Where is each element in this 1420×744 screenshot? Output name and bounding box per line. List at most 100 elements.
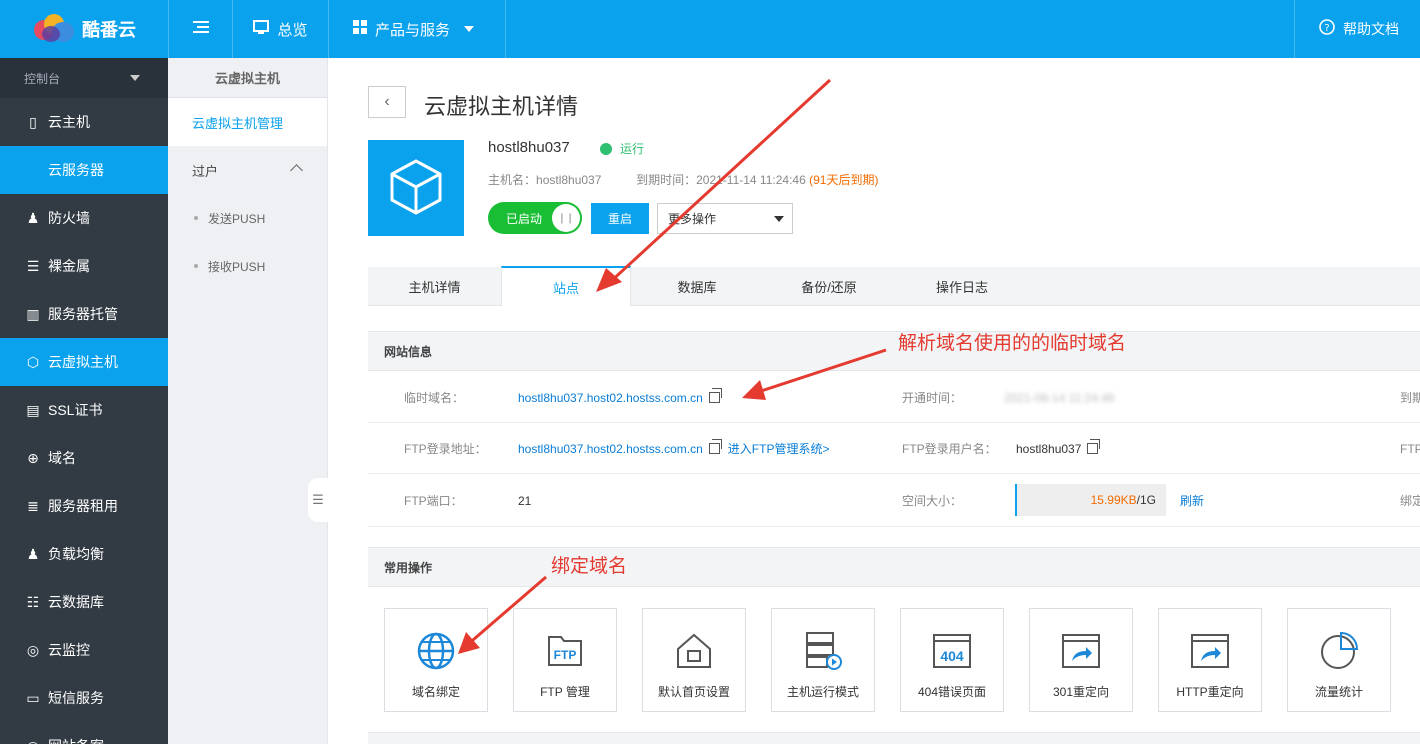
sidebar-item-label: 云虚拟主机 [48,354,118,370]
sidebar-item-loadbalance[interactable]: ♟ 负载均衡 [0,530,168,578]
collapse-sidebar-button[interactable]: ☰ [308,478,328,522]
info-row-ftp-port: FTP端口： 21 空间大小： 15.99KB/1G 刷新 绑定 [368,474,1420,527]
sidebar-item-hosting[interactable]: ▥ 服务器托管 [0,290,168,338]
ftp-user-value: hostl8hu037 [1016,441,1082,456]
tab-database[interactable]: 数据库 [631,267,763,306]
sub-item-label: 发送PUSH [208,211,266,226]
sidebar-item-label: 裸金属 [48,258,90,274]
grid-icon [353,20,367,38]
op-traffic-stats[interactable]: 流量统计 [1287,608,1391,712]
server-play-icon [772,631,874,671]
logo-icon [34,14,78,44]
svg-text:404: 404 [940,648,964,664]
op-domain-binding[interactable]: 域名绑定 [384,608,488,712]
sidebar-item-record[interactable]: ◉ 网站备案 [0,722,168,744]
tab-operation-log[interactable]: 操作日志 [895,267,1029,306]
rental-icon: ≣ [27,497,39,514]
power-toggle[interactable]: 已启动 ❙❙ [488,202,582,234]
sidebar-item-rental[interactable]: ≣ 服务器租用 [0,482,168,530]
op-label: 默认首页设置 [657,685,730,699]
back-button[interactable]: ‹ [368,86,406,118]
ftp-address-link[interactable]: hostl8hu037.host02.hostss.com.cn [518,442,703,456]
pause-icon: ❙❙ [552,204,580,232]
sidebar-item-database[interactable]: ☷ 云数据库 [0,578,168,626]
ftp-folder-icon: FTP [514,631,616,671]
sidebar-item-cloud-host[interactable]: ▯ 云主机 [0,98,168,146]
console-header[interactable]: 控制台 [0,58,168,98]
tab-site[interactable]: 站点 [501,266,631,306]
cube-icon [388,157,444,220]
hostname-value: hostl8hu037 [536,173,602,187]
sidebar-item-cloud-server[interactable]: 云服务器 [0,146,168,194]
menu-toggle-button[interactable] [168,0,232,58]
op-label: 域名绑定 [411,685,460,699]
op-label: 流量统计 [1314,685,1363,699]
sub-item-receive-push[interactable]: 接收PUSH [168,242,327,290]
op-label: 404错误页面 [917,685,987,699]
svg-text:FTP: FTP [554,648,577,662]
op-404-page[interactable]: 404 404错误页面 [900,608,1004,712]
temp-domain-group: hostl8hu037.host02.hostss.com.cn [518,372,722,423]
menu-icon: ☰ [312,492,324,507]
host-name: hostl8hu037 [488,139,570,156]
overview-nav[interactable]: 总览 [232,0,328,58]
sidebar-item-baremetal[interactable]: ☰ 裸金属 [0,242,168,290]
host-image [368,140,464,236]
console-label: 控制台 [24,71,61,86]
overview-label: 总览 [277,21,308,39]
brand-name: 酷番云 [82,20,136,40]
op-http-redirect[interactable]: HTTP重定向 [1158,608,1262,712]
sidebar-item-label: 服务器租用 [48,498,118,514]
op-default-home[interactable]: 默认首页设置 [642,608,746,712]
more-operations-select[interactable]: 更多操作 [657,203,793,234]
menu-icon [192,20,209,38]
enter-ftp-link[interactable]: 进入FTP管理系统> [728,440,830,457]
sub-group-transfer[interactable]: 过户 [168,146,327,194]
expire-label-partial: 到期 [1400,391,1420,405]
hosting-icon: ▥ [26,305,40,322]
tab-host-details[interactable]: 主机详情 [368,267,501,306]
sidebar-item-monitor[interactable]: ◎ 云监控 [0,626,168,674]
sub-item-send-push[interactable]: 发送PUSH [168,194,327,242]
bullet-icon [194,264,198,268]
more-operations-label: 更多操作 [668,212,717,226]
sidebar-item-label: 云主机 [48,114,90,130]
space-label: 空间大小： [902,494,963,508]
chevron-down-icon [774,216,784,222]
baremetal-icon: ☰ [26,257,40,274]
chevron-left-icon: ‹ [384,93,390,110]
sidebar-item-label: 防火墙 [48,210,90,226]
sidebar-item-label: 云服务器 [48,162,104,178]
products-dropdown[interactable]: 产品与服务 [328,0,506,58]
temp-domain-link[interactable]: hostl8hu037.host02.hostss.com.cn [518,391,703,405]
copy-icon[interactable] [1087,439,1101,454]
help-docs-link[interactable]: ? 帮助文档 [1294,0,1420,58]
op-ftp-management[interactable]: FTP FTP 管理 [513,608,617,712]
copy-icon[interactable] [708,388,722,403]
refresh-link[interactable]: 刷新 [1180,474,1204,527]
status-label: 运行 [620,142,645,156]
chevron-up-icon [290,164,303,177]
globe-icon [385,631,487,671]
tab-backup-restore[interactable]: 备份/还原 [763,267,895,306]
bind-domain-annotation: 绑定域名 [551,556,628,577]
op-301-redirect[interactable]: 301重定向 [1029,608,1133,712]
restart-button[interactable]: 重启 [591,203,649,234]
sub-item-vhost-management[interactable]: 云虚拟主机管理 [168,98,327,146]
sidebar-item-domain[interactable]: ⊕ 域名 [0,434,168,482]
brand-logo[interactable]: 酷番云 [0,0,168,58]
info-row-temp-domain: 临时域名： hostl8hu037.host02.hostss.com.cn 开… [368,372,1420,423]
bottom-divider [368,732,1420,744]
op-label: HTTP重定向 [1176,685,1244,699]
op-run-mode[interactable]: 主机运行模式 [771,608,875,712]
sidebar-item-ssl[interactable]: ▤ SSL证书 [0,386,168,434]
sidebar-item-sms[interactable]: ▭ 短信服务 [0,674,168,722]
svg-text:?: ? [1324,23,1329,34]
sidebar-item-firewall[interactable]: ♟ 防火墙 [0,194,168,242]
sidebar-item-virtual-host[interactable]: ⬡ 云虚拟主机 [0,338,168,386]
sub-item-label: 接收PUSH [208,259,266,274]
ftp-address-group: hostl8hu037.host02.hostss.com.cn 进入FTP管理… [518,423,829,474]
certificate-icon: ▤ [26,401,40,418]
copy-icon[interactable] [708,439,722,454]
space-total: /1G [1136,493,1156,507]
